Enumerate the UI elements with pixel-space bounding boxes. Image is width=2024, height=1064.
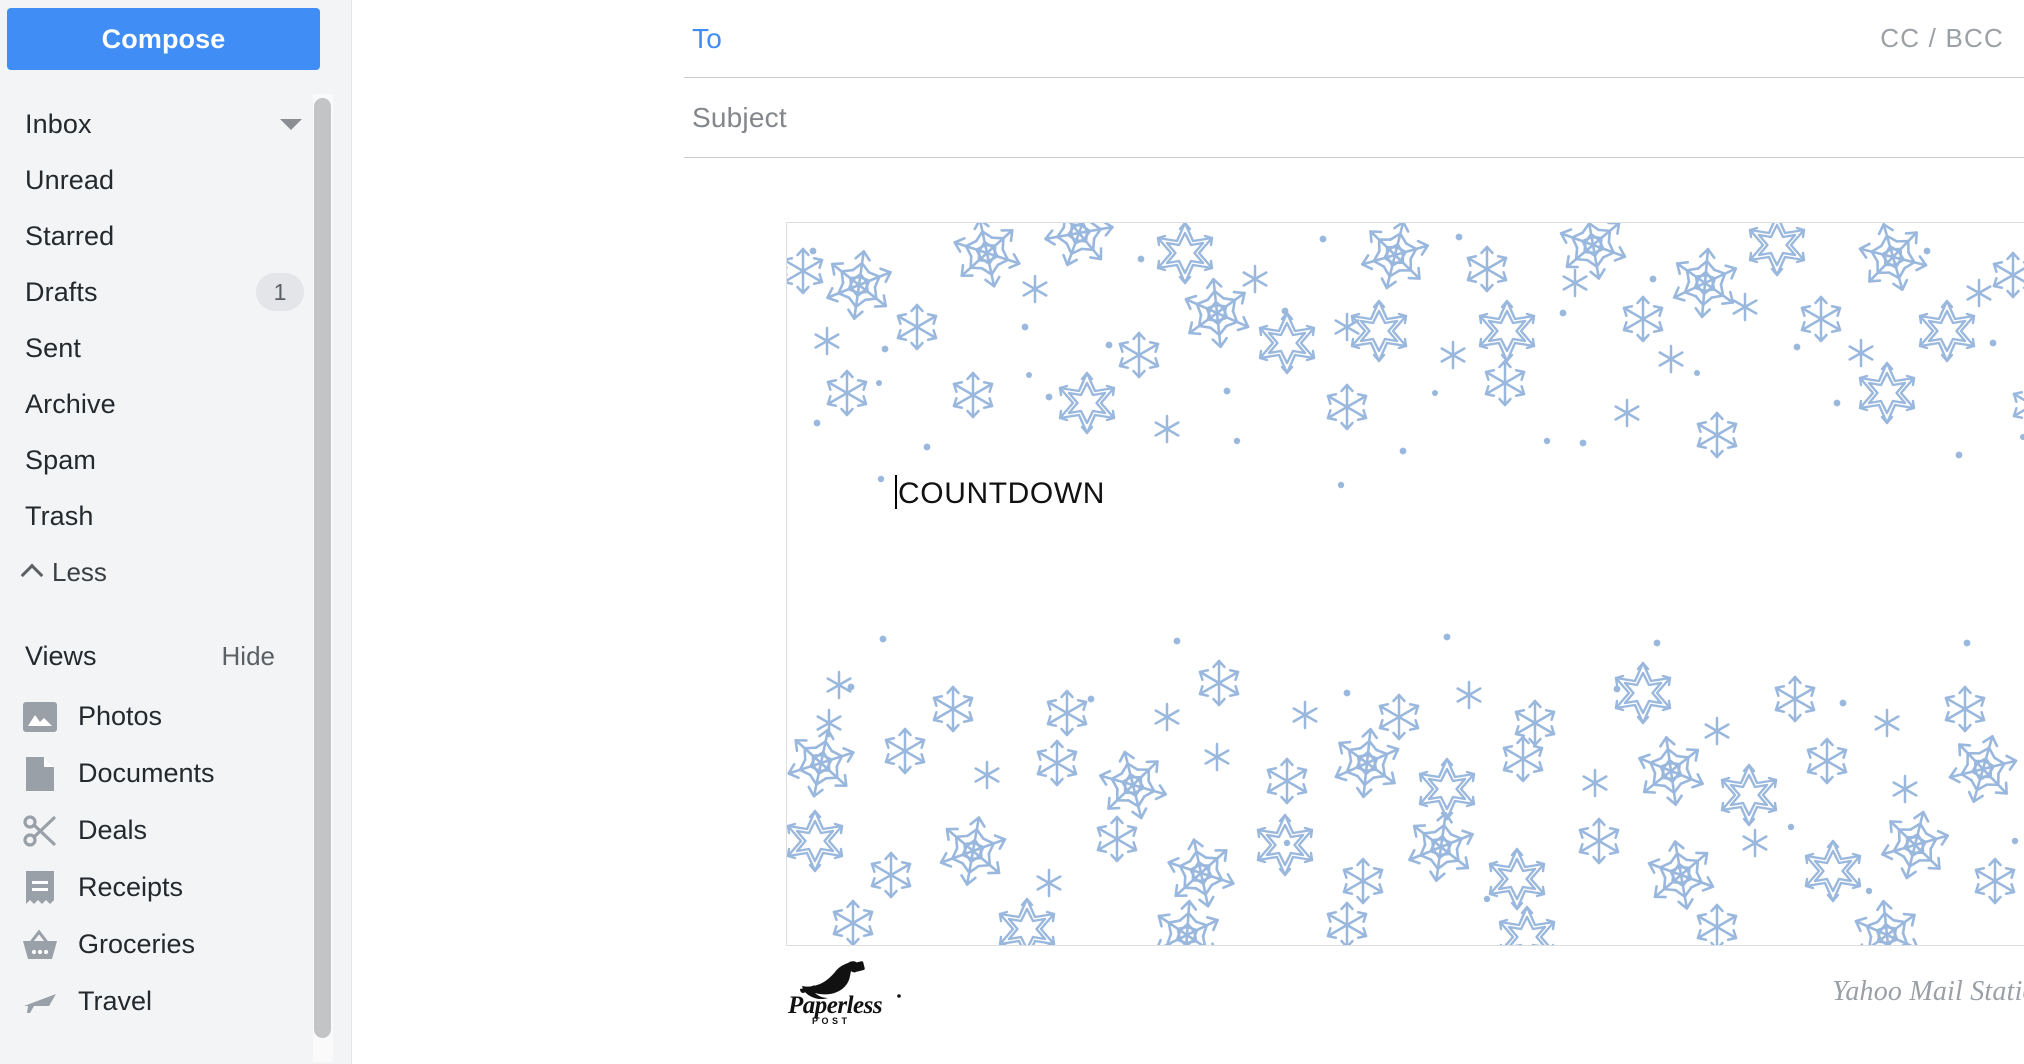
sidebar-item-deals[interactable]: Deals: [0, 802, 330, 859]
airplane-icon: [22, 984, 58, 1020]
compose-button[interactable]: Compose: [7, 8, 320, 70]
drafts-count-badge: 1: [256, 273, 304, 311]
chevron-down-icon[interactable]: [280, 118, 302, 130]
sidebar-item-label: Receipts: [78, 872, 184, 902]
sidebar-scrollbar-thumb[interactable]: [314, 98, 331, 1038]
sidebar: Compose Inbox Unread Starred Drafts 1 Se…: [0, 0, 352, 1064]
compose-pane: To CC / BCC Subject COUNTDOWN Paperless …: [352, 0, 2024, 1064]
sidebar-item-photos[interactable]: Photos: [0, 688, 330, 745]
sidebar-item-travel[interactable]: Travel: [0, 973, 330, 1030]
paperless-post-logo: Paperless POST: [786, 959, 906, 1026]
sidebar-item-label: Unread: [25, 164, 115, 195]
sidebar-item-sent[interactable]: Sent: [0, 320, 330, 376]
to-field-row[interactable]: To CC / BCC: [684, 0, 2024, 78]
email-body-text[interactable]: COUNTDOWN: [895, 475, 1105, 511]
sidebar-item-documents[interactable]: Documents: [0, 745, 330, 802]
sidebar-item-label: Starred: [25, 220, 115, 251]
document-icon: [22, 756, 58, 792]
snowflake-pattern: [787, 223, 2024, 945]
logo-wordmark: Paperless: [787, 992, 882, 1019]
views-hide-button[interactable]: Hide: [222, 641, 275, 672]
compose-fields: To CC / BCC Subject: [684, 0, 2024, 158]
stationery-footer: Paperless POST Yahoo Mail Stationery Cle…: [786, 952, 2024, 1032]
sidebar-item-archive[interactable]: Archive: [0, 376, 330, 432]
sidebar-item-receipts[interactable]: Receipts: [0, 859, 330, 916]
subject-field-row[interactable]: Subject: [684, 78, 2024, 158]
sidebar-item-label: Archive: [25, 388, 116, 419]
mail-compose-window: Compose Inbox Unread Starred Drafts 1 Se…: [0, 0, 2024, 1064]
sidebar-item-drafts[interactable]: Drafts 1: [0, 264, 330, 320]
sidebar-item-starred[interactable]: Starred: [0, 208, 330, 264]
subject-placeholder[interactable]: Subject: [692, 102, 787, 134]
scissors-icon: [22, 813, 58, 849]
views-title: Views: [25, 640, 97, 671]
sidebar-item-label: Deals: [78, 815, 148, 845]
sidebar-item-inbox[interactable]: Inbox: [0, 96, 330, 152]
show-less-button[interactable]: Less: [0, 544, 330, 600]
sidebar-item-label: Spam: [25, 444, 96, 475]
folder-list: Inbox Unread Starred Drafts 1 Sent Archi…: [0, 96, 330, 600]
stationery-name-label: Yahoo Mail Stationery: [1832, 976, 2024, 1007]
sidebar-item-unread[interactable]: Unread: [0, 152, 330, 208]
sidebar-item-spam[interactable]: Spam: [0, 432, 330, 488]
sidebar-item-label: Documents: [78, 758, 215, 788]
basket-icon: [22, 927, 58, 963]
body-text-value: COUNTDOWN: [898, 477, 1106, 510]
sidebar-item-label: Groceries: [78, 929, 196, 959]
sidebar-item-groceries[interactable]: Groceries: [0, 916, 330, 973]
receipt-icon: [22, 870, 58, 906]
to-label[interactable]: To: [692, 23, 722, 55]
sidebar-item-label: Inbox: [25, 108, 92, 139]
chevron-up-icon: [20, 563, 44, 586]
text-cursor: [895, 475, 897, 509]
photos-icon: [22, 699, 58, 735]
sidebar-item-label: Travel: [78, 986, 153, 1016]
stationery-card[interactable]: COUNTDOWN: [786, 222, 2024, 946]
cc-bcc-button[interactable]: CC / BCC: [1880, 23, 2004, 54]
sidebar-item-label: Trash: [25, 500, 94, 531]
sidebar-item-trash[interactable]: Trash: [0, 488, 330, 544]
sidebar-item-label: Sent: [25, 332, 81, 363]
views-header: Views Hide: [0, 632, 300, 680]
logo-subtext: POST: [812, 1016, 851, 1025]
sidebar-item-label: Drafts: [25, 276, 98, 307]
sidebar-item-label: Photos: [78, 701, 163, 731]
show-less-label: Less: [52, 556, 107, 587]
views-list: Photos Documents Deals Receipts Grocerie…: [0, 688, 330, 1030]
